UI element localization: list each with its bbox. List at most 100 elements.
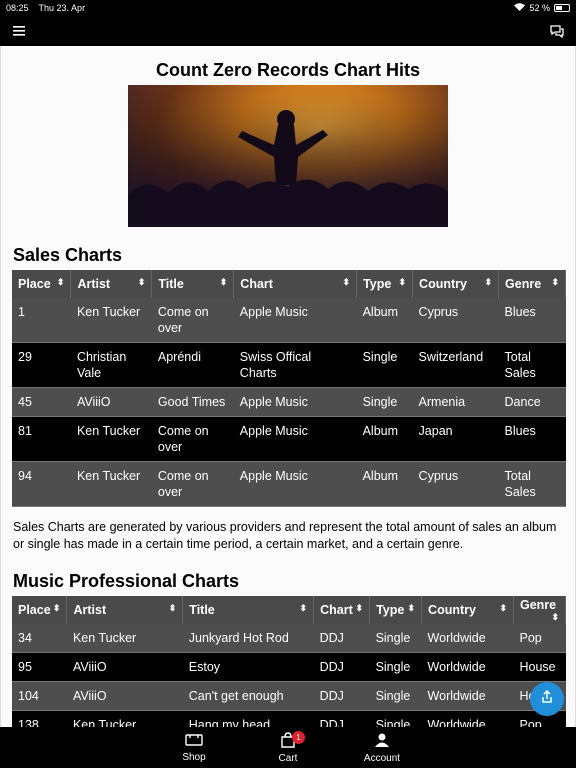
- cell-type: Single: [356, 387, 413, 417]
- sort-icon: ⬍: [551, 277, 559, 287]
- sort-icon: ⬍: [398, 277, 407, 287]
- top-bar: [0, 16, 576, 46]
- cell-chart: DDJ: [313, 652, 370, 682]
- sort-icon: ⬍: [551, 611, 559, 622]
- table-row[interactable]: 81 Ken Tucker Come on over Apple Music Album…: [12, 416, 566, 462]
- cell-artist: AViiiO: [70, 387, 152, 417]
- main-content[interactable]: Count Zero Records Chart Hits Sales Char…: [0, 46, 576, 727]
- sort-icon: ⬍: [355, 603, 364, 613]
- cell-title: Junkyard Hot Rod: [182, 624, 314, 653]
- cell-type: Album: [356, 298, 413, 343]
- concert-hero-image: [128, 85, 448, 227]
- sort-icon: ⬍: [484, 277, 493, 287]
- cell-place: 1: [12, 298, 71, 343]
- cell-title: Hang my head: [182, 710, 314, 727]
- cell-chart: Apple Music: [233, 298, 357, 343]
- cart-count-badge: 1: [292, 731, 305, 744]
- table-row[interactable]: 94 Ken Tucker Come on over Apple Music Album…: [12, 461, 566, 507]
- cell-place: 34: [12, 624, 67, 653]
- cell-type: Single: [369, 710, 422, 727]
- cell-chart: Apple Music: [233, 461, 357, 507]
- pro-charts-table: Place ⬍ Artist ⬍ Title ⬍ Chart ⬍ Type ⬍ Count…: [12, 596, 567, 727]
- cell-country: Armenia: [412, 387, 499, 417]
- column-header-place[interactable]: Place ⬍: [12, 270, 72, 298]
- share-button[interactable]: [530, 682, 564, 716]
- table-row[interactable]: 29 Christian Vale Apréndi Swiss Offical Cha…: [12, 342, 566, 388]
- table-row[interactable]: 45 AViiiO Good Times Apple Music Single Armen…: [12, 387, 566, 417]
- cell-chart: DDJ: [313, 624, 370, 653]
- cell-chart: Apple Music: [233, 416, 357, 462]
- table-row[interactable]: 95 AViiiO Estoy DDJ Single Worldwide House: [12, 652, 566, 682]
- cell-chart: Swiss Offical Charts: [233, 342, 357, 388]
- cell-title: Can't get enough: [182, 681, 314, 711]
- battery-percent: 52 %: [529, 3, 550, 13]
- cell-country: Cyprus: [412, 461, 499, 507]
- sort-icon: ⬍: [56, 277, 65, 287]
- cell-place: 45: [12, 387, 71, 417]
- nav-cart-label: Cart: [278, 752, 298, 764]
- status-time: 08:25: [6, 3, 29, 13]
- sort-icon: ⬍: [219, 277, 228, 287]
- column-header-genre[interactable]: Genre ⬍: [498, 270, 566, 298]
- column-header-chart[interactable]: Chart ⬍: [233, 270, 358, 298]
- pro-charts-title: Music Professional Charts: [13, 571, 240, 591]
- sales-charts-title: Sales Charts: [13, 245, 123, 265]
- column-header-place[interactable]: Place ⬍: [12, 596, 68, 624]
- cell-artist: Ken Tucker: [70, 298, 152, 343]
- cell-genre: House: [513, 652, 566, 682]
- column-header-type[interactable]: Type ⬍: [369, 596, 423, 624]
- table-row[interactable]: 1 Ken Tucker Come on over Apple Music Album C…: [12, 298, 566, 343]
- column-header-type[interactable]: Type ⬍: [356, 270, 414, 298]
- cell-chart: DDJ: [313, 681, 370, 711]
- sales-charts-table: Place ⬍ Artist ⬍ Title ⬍ Chart ⬍ Type ⬍ Count…: [12, 270, 566, 507]
- cell-chart: DDJ: [313, 710, 370, 727]
- cell-country: Switzerland: [412, 342, 499, 388]
- cell-country: Worldwide: [421, 652, 514, 682]
- cell-title: Good Times: [151, 387, 234, 417]
- column-header-artist[interactable]: Artist ⬍: [66, 596, 184, 624]
- chat-icon[interactable]: [546, 20, 568, 42]
- cell-artist: Christian Vale: [70, 342, 152, 388]
- cell-title: Come on over: [151, 298, 234, 343]
- table-row[interactable]: 104 AViiiO Can't get enough DDJ Single Worldw…: [12, 681, 566, 711]
- cell-genre: Pop: [513, 624, 566, 653]
- column-header-chart[interactable]: Chart ⬍: [313, 596, 371, 624]
- menu-icon[interactable]: [8, 20, 30, 42]
- table-row[interactable]: 34 Ken Tucker Junkyard Hot Rod DDJ Single Wor…: [12, 624, 566, 653]
- bottom-nav: Shop 1 Cart Account: [0, 727, 576, 768]
- account-icon: [374, 732, 390, 753]
- share-icon: [540, 689, 554, 709]
- cell-type: Single: [369, 624, 422, 653]
- cell-genre: Blues: [498, 298, 566, 343]
- cell-place: 81: [12, 416, 71, 462]
- sort-icon: ⬍: [499, 603, 507, 613]
- cell-artist: AViiiO: [66, 652, 183, 682]
- column-header-country[interactable]: Country ⬍: [412, 270, 500, 298]
- wifi-icon: [514, 3, 526, 13]
- cell-type: Single: [356, 342, 413, 388]
- cell-artist: Ken Tucker: [66, 710, 183, 727]
- column-header-genre[interactable]: Genre ⬍: [513, 596, 567, 624]
- status-bar: 08:25 Thu 23. Apr 52 %: [0, 0, 576, 16]
- column-header-title[interactable]: Title ⬍: [151, 270, 235, 298]
- nav-shop[interactable]: Shop: [166, 727, 222, 768]
- column-header-country[interactable]: Country ⬍: [421, 596, 514, 624]
- cell-type: Single: [369, 652, 422, 682]
- cell-chart: Apple Music: [233, 387, 357, 417]
- nav-account[interactable]: Account: [354, 727, 410, 768]
- cell-genre: Blues: [498, 416, 566, 462]
- nav-cart[interactable]: 1 Cart: [260, 727, 316, 768]
- table-row[interactable]: 138 Ken Tucker Hang my head DDJ Single Worldw…: [12, 710, 566, 727]
- column-header-title[interactable]: Title ⬍: [182, 596, 315, 624]
- cell-type: Single: [369, 681, 422, 711]
- sort-icon: ⬍: [168, 603, 177, 613]
- battery-icon: [554, 4, 570, 12]
- cell-place: 29: [12, 342, 71, 388]
- cell-type: Album: [356, 416, 413, 462]
- cell-genre: Dance: [498, 387, 566, 417]
- cell-artist: Ken Tucker: [70, 461, 152, 507]
- column-header-artist[interactable]: Artist ⬍: [70, 270, 153, 298]
- cell-country: Worldwide: [421, 624, 514, 653]
- cell-country: Worldwide: [421, 710, 514, 727]
- nav-shop-label: Shop: [182, 751, 206, 763]
